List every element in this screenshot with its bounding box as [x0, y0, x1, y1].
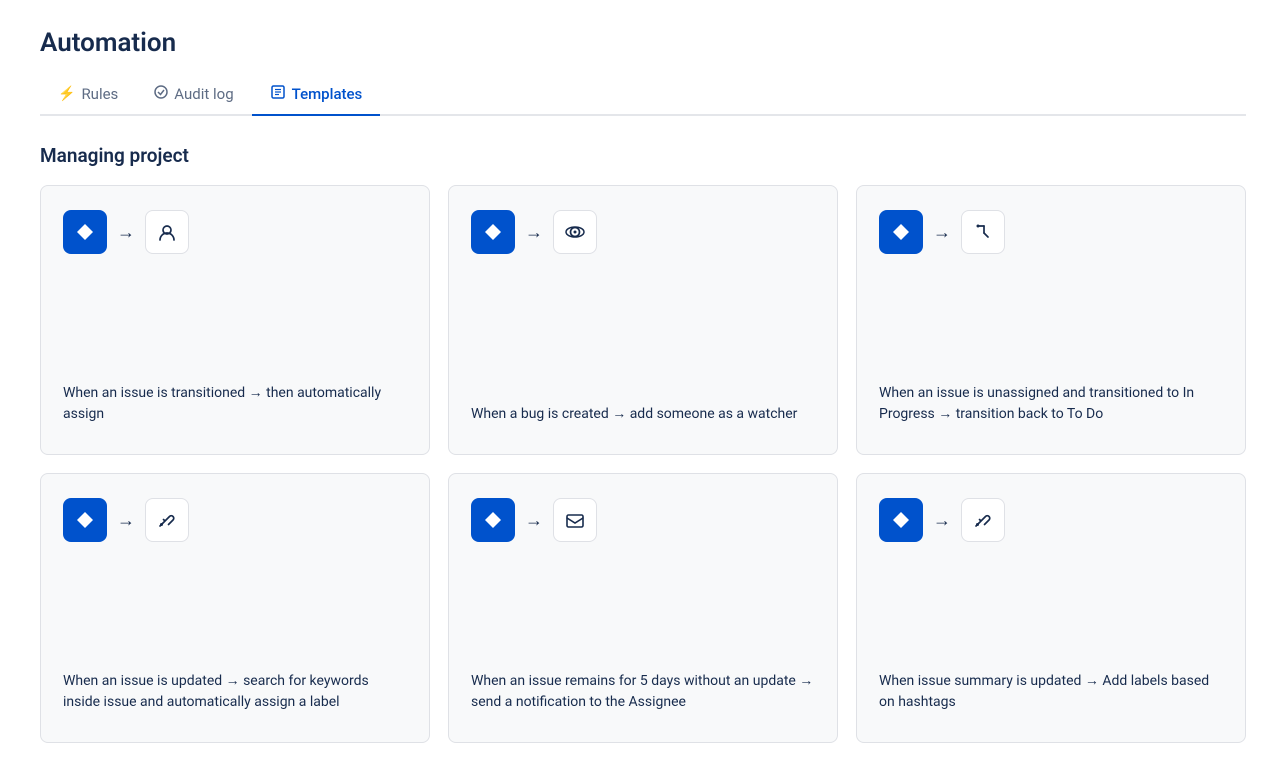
- template-card-2[interactable]: → When a bug is created → add someone as…: [448, 185, 838, 455]
- card-6-icons: →: [879, 498, 1223, 542]
- template-card-5[interactable]: → When an issue remains for 5 days witho…: [448, 473, 838, 743]
- card-5-action-icon: [553, 498, 597, 542]
- tab-bar: ⚡ Rules Audit log Templates: [40, 76, 1246, 116]
- card-4-trigger-icon: [63, 498, 107, 542]
- card-4-icons: →: [63, 498, 407, 542]
- card-2-action-icon: [553, 210, 597, 254]
- card-3-arrow: →: [933, 222, 951, 243]
- card-4-arrow: →: [117, 510, 135, 531]
- template-card-3[interactable]: → When an issue is unassigned and transi…: [856, 185, 1246, 455]
- card-6-trigger-icon: [879, 498, 923, 542]
- card-2-description: When a bug is created → add someone as a…: [471, 404, 815, 426]
- tab-audit-log-label: Audit log: [174, 85, 233, 103]
- card-6-arrow: →: [933, 510, 951, 531]
- card-5-icons: →: [471, 498, 815, 542]
- tab-templates[interactable]: Templates: [252, 76, 381, 116]
- card-5-arrow: →: [525, 510, 543, 531]
- rules-icon: ⚡: [58, 86, 75, 102]
- auditlog-icon: [154, 85, 168, 103]
- templates-grid: → When an issue is transitioned → then a…: [40, 185, 1246, 743]
- automation-page: Automation ⚡ Rules Audit log: [0, 0, 1286, 771]
- template-card-1[interactable]: → When an issue is transitioned → then a…: [40, 185, 430, 455]
- card-6-action-icon: [961, 498, 1005, 542]
- card-3-action-icon: [961, 210, 1005, 254]
- section-title: Managing project: [40, 144, 1246, 167]
- card-1-description: When an issue is transitioned → then aut…: [63, 383, 407, 426]
- card-3-description: When an issue is unassigned and transiti…: [879, 383, 1223, 426]
- card-4-description: When an issue is updated → search for ke…: [63, 671, 407, 714]
- card-2-trigger-icon: [471, 210, 515, 254]
- card-1-trigger-icon: [63, 210, 107, 254]
- tab-templates-label: Templates: [292, 85, 363, 103]
- card-3-icons: →: [879, 210, 1223, 254]
- card-6-description: When issue summary is updated → Add labe…: [879, 671, 1223, 714]
- card-4-action-icon: [145, 498, 189, 542]
- card-1-arrow: →: [117, 222, 135, 243]
- tab-audit-log[interactable]: Audit log: [136, 76, 251, 116]
- template-card-4[interactable]: → When an issue is updated → search for …: [40, 473, 430, 743]
- card-2-arrow: →: [525, 222, 543, 243]
- templates-icon: [270, 84, 286, 104]
- template-card-6[interactable]: → When issue summary is updated → Add la…: [856, 473, 1246, 743]
- card-5-description: When an issue remains for 5 days without…: [471, 671, 815, 714]
- card-3-trigger-icon: [879, 210, 923, 254]
- page-title: Automation: [40, 28, 1246, 58]
- card-1-action-icon: [145, 210, 189, 254]
- tab-rules-label: Rules: [81, 85, 118, 103]
- card-1-icons: →: [63, 210, 407, 254]
- tab-rules[interactable]: ⚡ Rules: [40, 76, 136, 116]
- card-5-trigger-icon: [471, 498, 515, 542]
- card-2-icons: →: [471, 210, 815, 254]
